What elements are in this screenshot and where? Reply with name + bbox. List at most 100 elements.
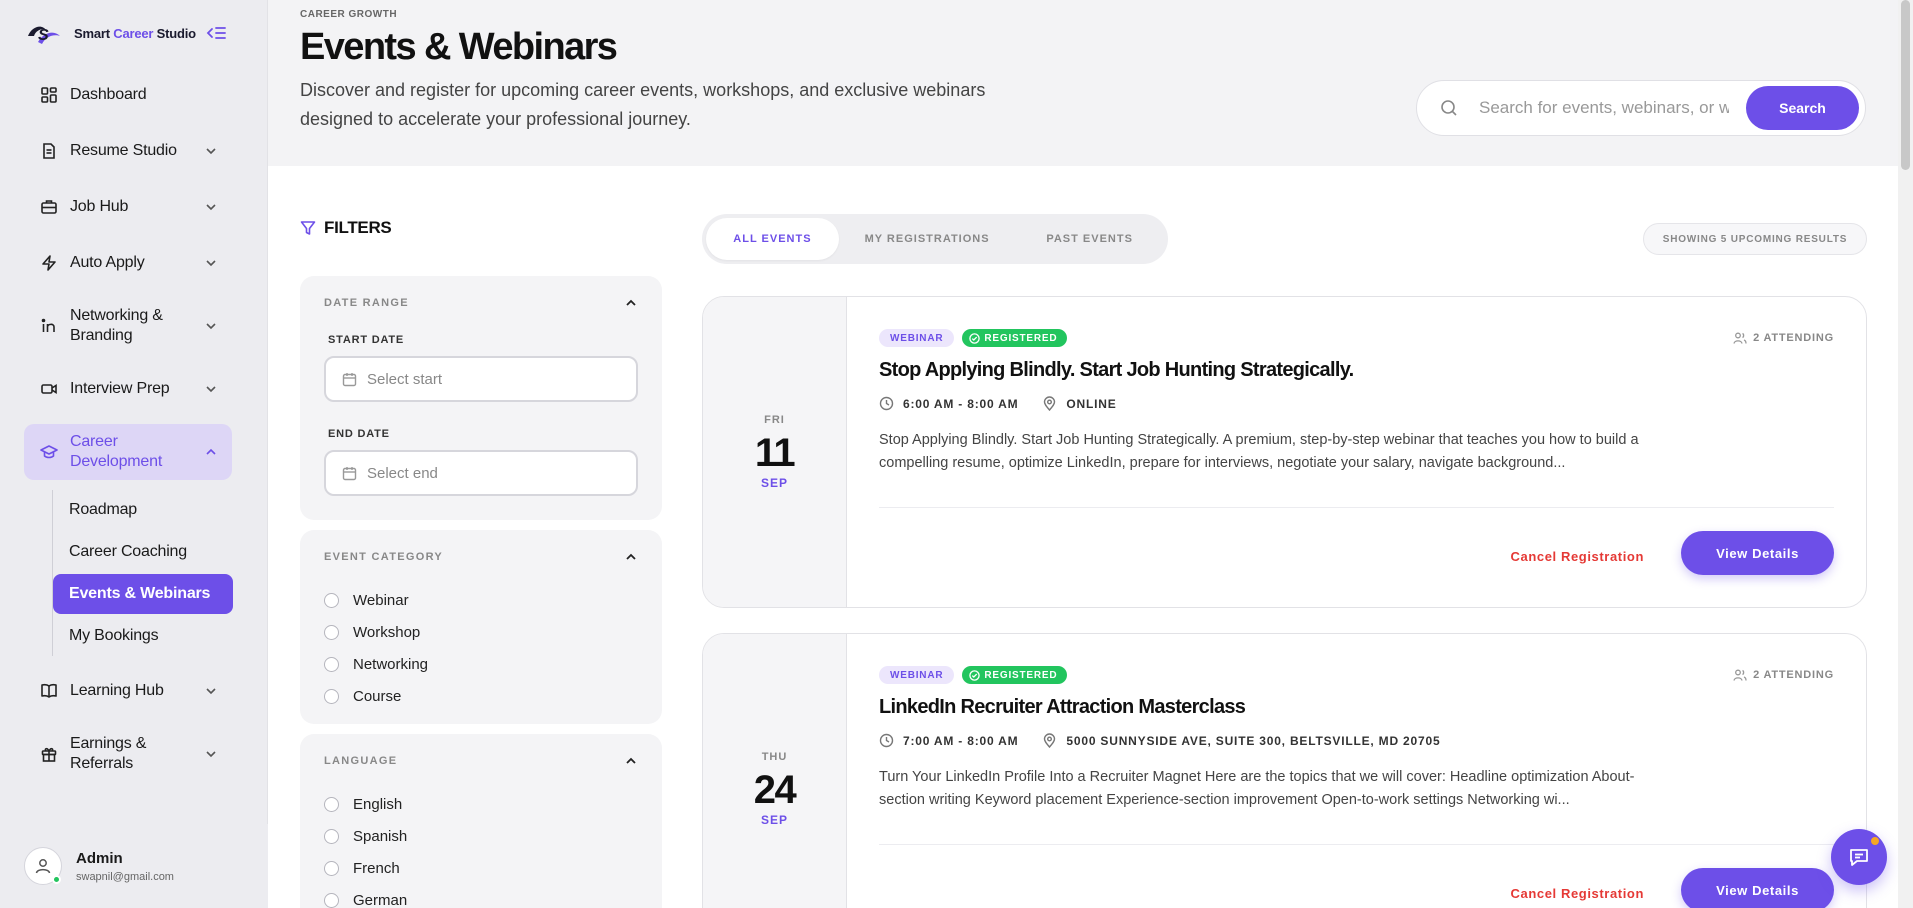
category-option-networking[interactable]: Networking	[324, 648, 638, 680]
radio-button[interactable]	[324, 656, 339, 672]
profile-email: swapnil@gmail.com	[76, 870, 174, 883]
sidebar-subitem-my-bookings[interactable]: My Bookings	[53, 616, 232, 656]
chevron-up-icon	[626, 299, 636, 306]
view-details-button[interactable]: View Details	[1681, 868, 1834, 908]
event-day: 11	[754, 431, 796, 475]
sidebar-item-label: Dashboard	[70, 86, 147, 103]
brand-logo-icon: S	[28, 26, 60, 44]
category-option-course[interactable]: Course	[324, 680, 638, 712]
document-icon	[43, 143, 55, 159]
event-title[interactable]: Stop Applying Blindly. Start Job Hunting…	[879, 359, 1834, 382]
event-time: 7:00 AM - 8:00 AM	[903, 733, 1019, 748]
bolt-icon	[42, 255, 56, 271]
sidebar-item-dashboard[interactable]: Dashboard	[24, 74, 232, 116]
sidebar-item-learning-hub[interactable]: Learning Hub	[24, 670, 232, 712]
brand[interactable]: S Smart Career Studio	[24, 18, 196, 48]
avatar	[24, 847, 62, 885]
sidebar-item-interview-prep[interactable]: Interview Prep	[24, 368, 232, 410]
chat-icon	[1850, 849, 1868, 866]
sidebar-item-job-hub[interactable]: Job Hub	[24, 186, 232, 228]
main-content: FILTERS DATE RANGE START DATE Select sta…	[268, 166, 1898, 908]
radio-button[interactable]	[324, 592, 339, 608]
radio-button[interactable]	[324, 860, 339, 876]
start-date-field[interactable]: Select start	[324, 356, 638, 402]
language-option-french[interactable]: French	[324, 852, 638, 884]
users-icon	[1733, 332, 1747, 344]
scrollbar-thumb[interactable]	[1901, 0, 1910, 170]
svg-text:S: S	[38, 27, 49, 44]
event-day-of-week: THU	[761, 751, 788, 763]
search-input[interactable]	[1479, 98, 1729, 118]
divider	[879, 507, 1834, 508]
radio-button[interactable]	[324, 796, 339, 812]
radio-button[interactable]	[324, 892, 339, 908]
profile-name: Admin	[76, 849, 123, 867]
book-icon	[41, 683, 57, 698]
career-development-subnav: Roadmap Career Coaching Events & Webinar…	[52, 490, 233, 656]
sidebar-item-auto-apply[interactable]: Auto Apply	[24, 242, 232, 284]
chevron-down-icon	[206, 751, 216, 758]
check-circle-icon	[969, 669, 981, 681]
page-scrollbar[interactable]	[1898, 0, 1913, 908]
cancel-registration-button[interactable]: Cancel Registration	[1511, 886, 1644, 901]
language-filter: LANGUAGE English Spanish French German	[300, 734, 662, 908]
sidebar-subitem-roadmap[interactable]: Roadmap	[53, 490, 232, 530]
language-option-english[interactable]: English	[324, 788, 638, 820]
sidebar-subitem-career-coaching[interactable]: Career Coaching	[53, 532, 232, 572]
event-month: SEP	[760, 813, 788, 827]
sidebar-subitem-events-webinars[interactable]: Events & Webinars	[53, 574, 233, 614]
page-eyebrow: CAREER GROWTH	[300, 9, 398, 20]
event-location: 5000 SUNNYSIDE AVE, SUITE 300, BELTSVILL…	[1066, 733, 1441, 748]
tab-all-events[interactable]: ALL EVENTS	[706, 218, 839, 260]
chevron-down-icon	[206, 323, 216, 330]
cancel-registration-button[interactable]: Cancel Registration	[1511, 549, 1644, 564]
location-pin-icon	[1044, 733, 1056, 748]
gift-icon	[41, 747, 57, 762]
date-range-toggle[interactable]: DATE RANGE	[324, 276, 638, 330]
briefcase-icon	[41, 200, 57, 214]
date-range-filter: DATE RANGE START DATE Select start END D…	[300, 276, 662, 520]
page-description: Discover and register for upcoming caree…	[300, 80, 986, 129]
sidebar-item-resume-studio[interactable]: Resume Studio	[24, 130, 232, 172]
event-title[interactable]: LinkedIn Recruiter Attraction Masterclas…	[879, 696, 1834, 719]
language-option-german[interactable]: German	[324, 884, 638, 908]
radio-button[interactable]	[324, 624, 339, 640]
category-option-webinar[interactable]: Webinar	[324, 584, 638, 616]
calendar-icon	[342, 466, 357, 480]
event-date: THU 24 SEP	[703, 634, 847, 908]
end-date-label: END DATE	[328, 428, 390, 440]
event-category-toggle[interactable]: EVENT CATEGORY	[324, 530, 638, 584]
view-details-button[interactable]: View Details	[1681, 531, 1834, 575]
search-button[interactable]: Search	[1746, 86, 1859, 130]
sidebar-item-career-development[interactable]: Career Development	[24, 424, 232, 480]
end-date-field[interactable]: Select end	[324, 450, 638, 496]
sidebar-item-networking-branding[interactable]: Networking & Branding	[24, 298, 232, 354]
users-icon	[1733, 669, 1747, 681]
event-description: Turn Your LinkedIn Profile Into a Recrui…	[879, 769, 1635, 808]
notification-dot	[1871, 837, 1879, 845]
search-bar: Search	[1416, 80, 1866, 136]
chevron-up-icon	[626, 757, 636, 764]
tab-past-events[interactable]: PAST EVENTS	[1015, 218, 1164, 260]
language-toggle[interactable]: LANGUAGE	[324, 734, 638, 788]
event-tabs: ALL EVENTS MY REGISTRATIONS PAST EVENTS	[702, 214, 1168, 264]
event-day: 24	[753, 768, 797, 812]
category-option-workshop[interactable]: Workshop	[324, 616, 638, 648]
user-icon	[35, 859, 51, 874]
attending-count: 2 ATTENDING	[1733, 668, 1834, 682]
chat-button[interactable]	[1831, 829, 1887, 885]
filter-icon	[300, 221, 316, 235]
radio-button[interactable]	[324, 688, 339, 704]
user-profile[interactable]: Admin swapnil@gmail.com	[0, 824, 268, 908]
sidebar: S Smart Career Studio Dashboard Resume S…	[0, 0, 268, 908]
event-month: SEP	[760, 476, 788, 490]
collapse-sidebar-icon[interactable]	[205, 24, 227, 42]
language-option-spanish[interactable]: Spanish	[324, 820, 638, 852]
location-pin-icon	[1044, 396, 1056, 411]
tab-my-registrations[interactable]: MY REGISTRATIONS	[839, 218, 1015, 260]
radio-button[interactable]	[324, 828, 339, 844]
sidebar-item-label: Auto Apply	[70, 254, 145, 271]
sidebar-item-earnings-referrals[interactable]: Earnings & Referrals	[24, 726, 232, 782]
event-meta: 6:00 AM - 8:00 AM ONLINE	[879, 396, 1834, 411]
filters-heading: FILTERS	[300, 218, 392, 238]
